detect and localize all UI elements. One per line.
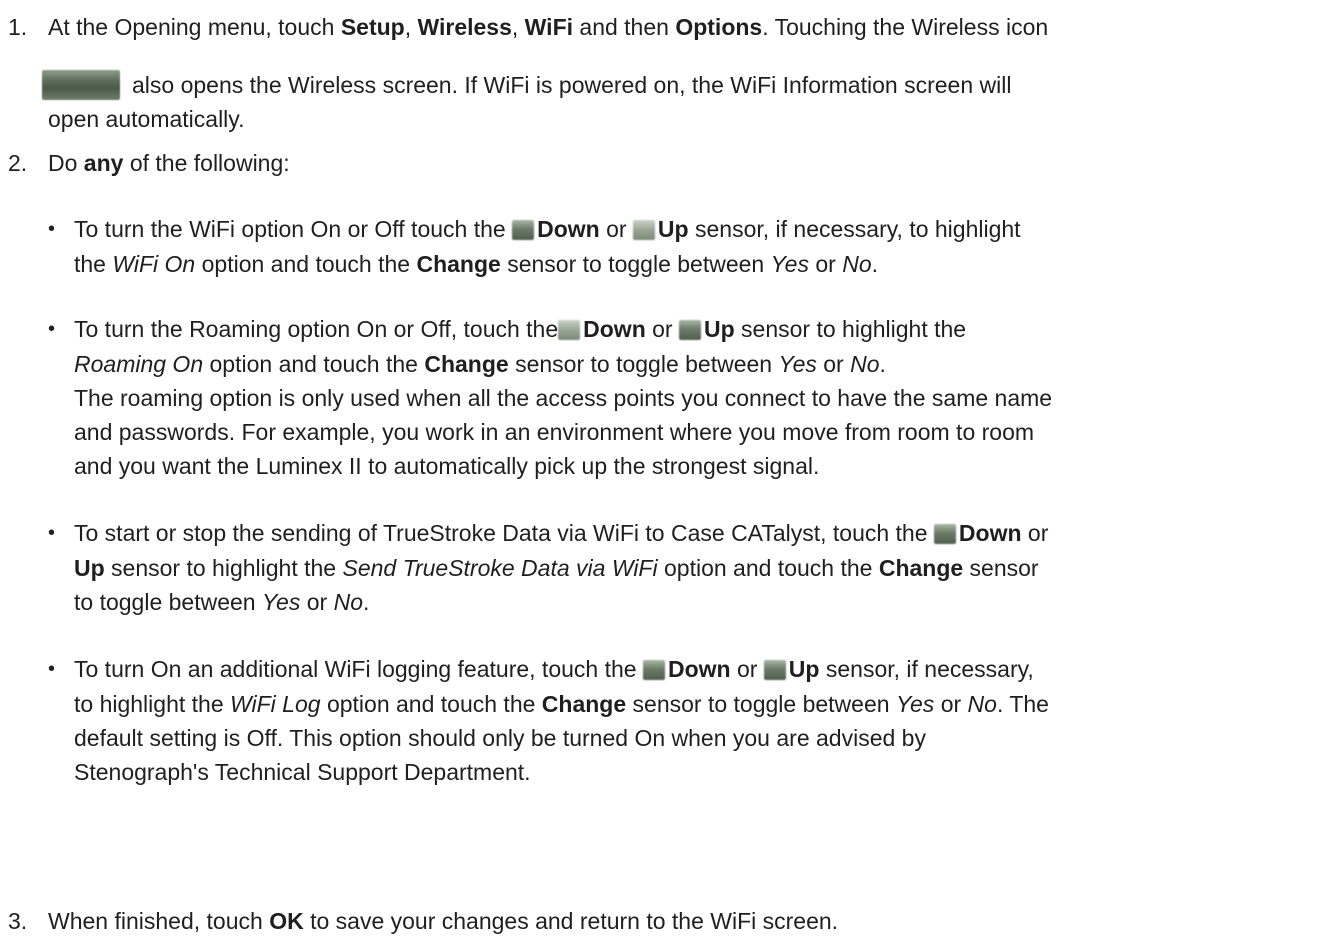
step-number: 1. [8,14,28,40]
down-sensor-icon [512,220,535,240]
menu-wifi: WiFi [524,14,574,40]
bullet1-line2: the WiFi On option and touch the Change … [74,251,879,277]
step2-line: Do any of the following: [48,150,290,176]
menu-wireless: Wireless [417,14,512,40]
menu-setup: Setup [340,14,405,40]
bullet2-line4: and passwords. For example, you work in … [74,419,1035,445]
step1-line2: also opens the Wireless screen. If WiFi … [132,72,1012,98]
step3-line: When finished, touch OK to save your cha… [48,908,839,934]
down-sensor-icon [558,320,581,340]
bullet-marker: • [48,522,56,544]
bullet2-line5: and you want the Luminex II to automatic… [74,453,820,479]
up-sensor-icon [763,660,786,680]
bullet3-line3: to toggle between Yes or No. [74,589,370,615]
menu-options: Options [675,14,763,40]
bullet-marker: • [48,218,56,240]
bullet4-line1: To turn On an additional WiFi logging fe… [74,656,1034,682]
step1-line1: At the Opening menu, touch Setup, Wirele… [48,14,1049,40]
bullet-marker: • [48,658,56,680]
down-sensor-icon [642,660,665,680]
bullet2-line2: Roaming On option and touch the Change s… [74,351,886,377]
up-sensor-icon [632,220,655,240]
up-sensor-icon [678,320,701,340]
bullet3-line2: Up sensor to highlight the Send TrueStro… [74,555,1039,581]
step1-line3: open automatically. [48,106,245,132]
bullet4-line2: to highlight the WiFi Log option and tou… [74,691,1049,717]
bullet2-line3: The roaming option is only used when all… [74,385,1053,411]
bullet4-line3: default setting is Off. This option shou… [74,725,926,751]
step-number: 2. [8,150,28,176]
down-sensor-icon [933,524,956,544]
step-number: 3. [8,908,28,934]
bullet-marker: • [48,318,56,340]
document-page: 1. At the Opening menu, touch Setup, Wir… [0,0,1341,947]
bullet2-line1: To turn the Roaming option On or Off, to… [74,316,967,342]
bullet1-line1: To turn the WiFi option On or Off touch … [74,216,1021,242]
bullet3-line1: To start or stop the sending of TrueStro… [74,520,1049,546]
wireless-icon [42,70,120,100]
bullet4-line4: Stenograph's Technical Support Departmen… [74,759,531,785]
